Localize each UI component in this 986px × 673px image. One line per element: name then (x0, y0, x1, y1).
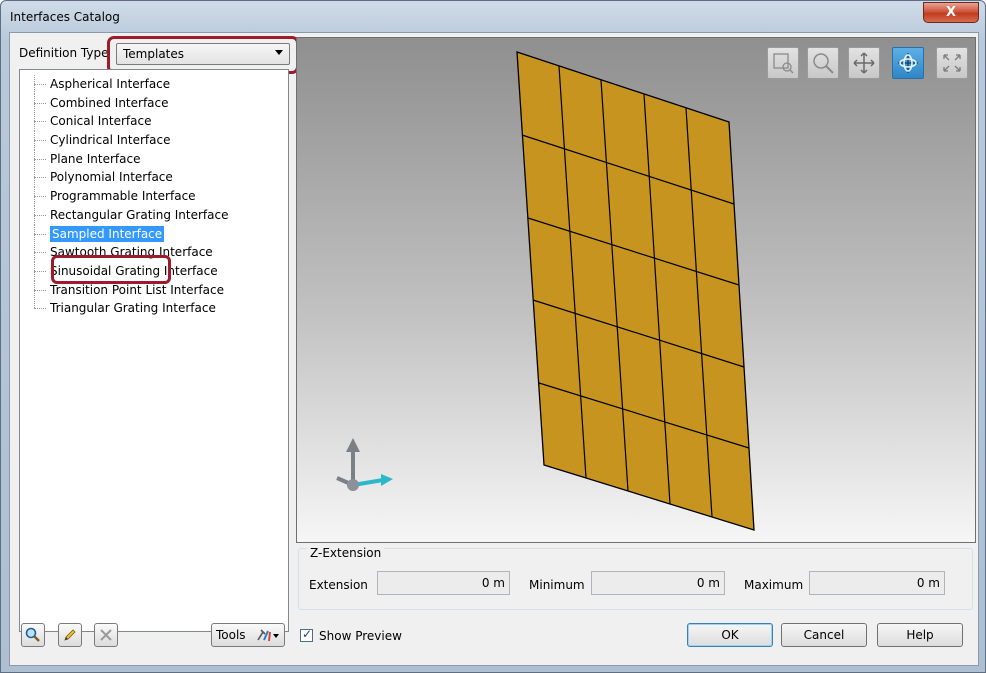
sampled-surface (516, 51, 755, 531)
minimum-field[interactable]: 0 m (591, 571, 725, 595)
cancel-button[interactable]: Cancel (781, 623, 867, 647)
tree-item[interactable]: Cylindrical Interface (30, 131, 229, 150)
axis-triad-icon (336, 438, 393, 491)
tools-icon (257, 629, 279, 642)
ok-button[interactable]: OK (687, 623, 773, 647)
help-button[interactable]: Help (877, 623, 963, 647)
definition-type-label: Definition Type (19, 46, 109, 60)
interfaces-catalog-window: Interfaces Catalog X Definition Type Tem… (0, 0, 986, 673)
z-extension-title: Z-Extension (307, 546, 385, 560)
maximum-field[interactable]: 0 m (809, 571, 945, 595)
close-button[interactable]: X (923, 2, 979, 23)
pencil-icon (64, 629, 76, 641)
preview-viewport[interactable] (296, 37, 976, 543)
minimum-label: Minimum (529, 578, 585, 592)
window-title: Interfaces Catalog (10, 10, 120, 24)
surface-preview (336, 51, 755, 531)
maximum-label: Maximum (744, 578, 804, 592)
search-button[interactable] (21, 623, 45, 647)
tree-item[interactable]: Plane Interface (30, 149, 229, 169)
tree-item[interactable]: Triangular Grating Interface (30, 299, 229, 318)
tree-item-selected[interactable]: Sampled Interface (30, 224, 229, 244)
delete-button[interactable] (94, 623, 118, 647)
tree-item[interactable]: Polynomial Interface (30, 168, 229, 188)
selection-highlight (51, 255, 171, 284)
z-extension-group: Z-Extension Extension 0 m Minimum 0 m Ma… (298, 546, 973, 610)
tools-label: Tools (216, 628, 246, 642)
title-bar: Interfaces Catalog X (1, 1, 985, 35)
tree-item[interactable]: Aspherical Interface (30, 75, 229, 94)
close-icon (100, 629, 112, 641)
tree-item[interactable]: Combined Interface (30, 93, 229, 113)
extension-label: Extension (309, 578, 368, 592)
edit-button[interactable] (58, 623, 82, 647)
show-preview-checkbox[interactable] (300, 627, 313, 642)
tree-item[interactable]: Conical Interface (30, 112, 229, 132)
extension-field[interactable]: 0 m (377, 571, 510, 595)
search-icon (25, 627, 40, 642)
dialog-client-area: Definition Type Templates Aspherical Int… (9, 32, 979, 666)
show-preview-label: Show Preview (319, 629, 402, 643)
tree-item[interactable]: Rectangular Grating Interface (30, 205, 229, 225)
interface-tree[interactable]: Aspherical Interface Combined Interface … (19, 69, 289, 632)
tools-button[interactable]: Tools (211, 623, 285, 647)
tree-item[interactable]: Programmable Interface (30, 187, 229, 206)
